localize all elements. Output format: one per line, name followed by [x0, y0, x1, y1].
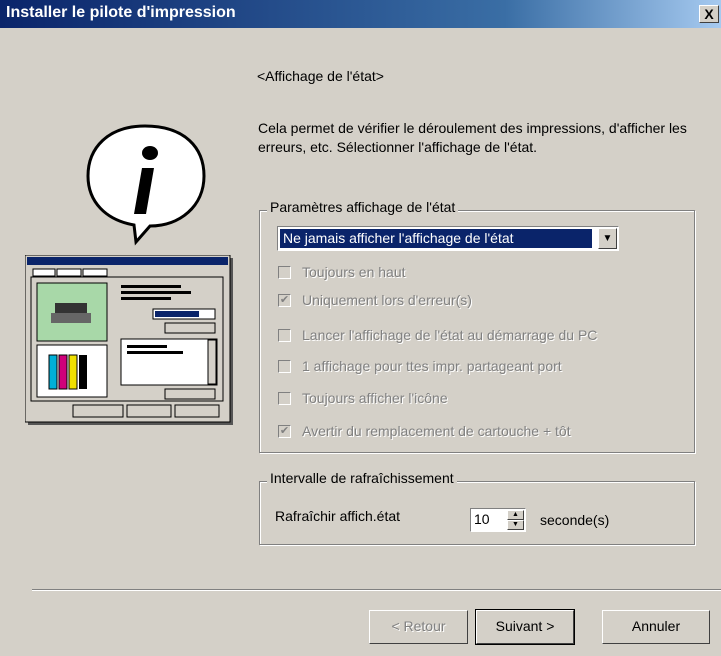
- refresh-interval-value[interactable]: 10: [474, 511, 490, 527]
- chevron-down-icon[interactable]: ▼: [598, 228, 617, 249]
- checkbox-label: 1 affichage pour ttes impr. partageant p…: [302, 358, 562, 374]
- checkbox-box[interactable]: [278, 392, 291, 405]
- refresh-label: Rafraîchir affich.état: [275, 508, 401, 524]
- checkbox-box[interactable]: [278, 329, 291, 342]
- close-button[interactable]: X: [699, 5, 719, 23]
- next-button[interactable]: Suivant >: [475, 609, 575, 645]
- status-display-select-value: Ne jamais afficher l'affichage de l'état: [280, 229, 592, 248]
- checkbox-box[interactable]: [278, 360, 291, 373]
- page-description: Cela permet de vérifier le déroulement d…: [258, 120, 687, 155]
- checkbox-label: Lancer l'affichage de l'état au démarrag…: [302, 327, 598, 343]
- spin-down-icon[interactable]: ▼: [507, 520, 524, 530]
- spin-up-icon[interactable]: ▲: [507, 510, 524, 520]
- refresh-unit: seconde(s): [540, 512, 610, 528]
- printer-status-window-illustration: [25, 255, 233, 425]
- cancel-button[interactable]: Annuler: [602, 610, 710, 644]
- title-bar: Installer le pilote d'impression X: [0, 0, 721, 28]
- info-speech-bubble-icon: [86, 124, 206, 246]
- checkbox-box-checked[interactable]: ✔: [278, 425, 291, 438]
- back-button[interactable]: < Retour: [369, 610, 468, 644]
- checkbox-label: Toujours en haut: [302, 264, 406, 280]
- refresh-interval-spinner[interactable]: 10 ▲ ▼: [470, 508, 526, 532]
- checkbox-label: Avertir du remplacement de cartouche + t…: [302, 423, 571, 439]
- checkbox-label: Uniquement lors d'erreur(s): [302, 292, 472, 308]
- page-heading: <Affichage de l'état>: [257, 68, 384, 84]
- checkbox-label: Toujours afficher l'icône: [302, 390, 448, 406]
- status-display-select[interactable]: Ne jamais afficher l'affichage de l'état…: [277, 226, 619, 251]
- checkbox-box[interactable]: [278, 266, 291, 279]
- window-title: Installer le pilote d'impression: [6, 4, 236, 21]
- footer-separator: [32, 589, 721, 591]
- refresh-interval-legend: Intervalle de rafraîchissement: [267, 470, 457, 486]
- status-settings-legend: Paramètres affichage de l'état: [267, 199, 459, 215]
- checkbox-box-checked[interactable]: ✔: [278, 294, 291, 307]
